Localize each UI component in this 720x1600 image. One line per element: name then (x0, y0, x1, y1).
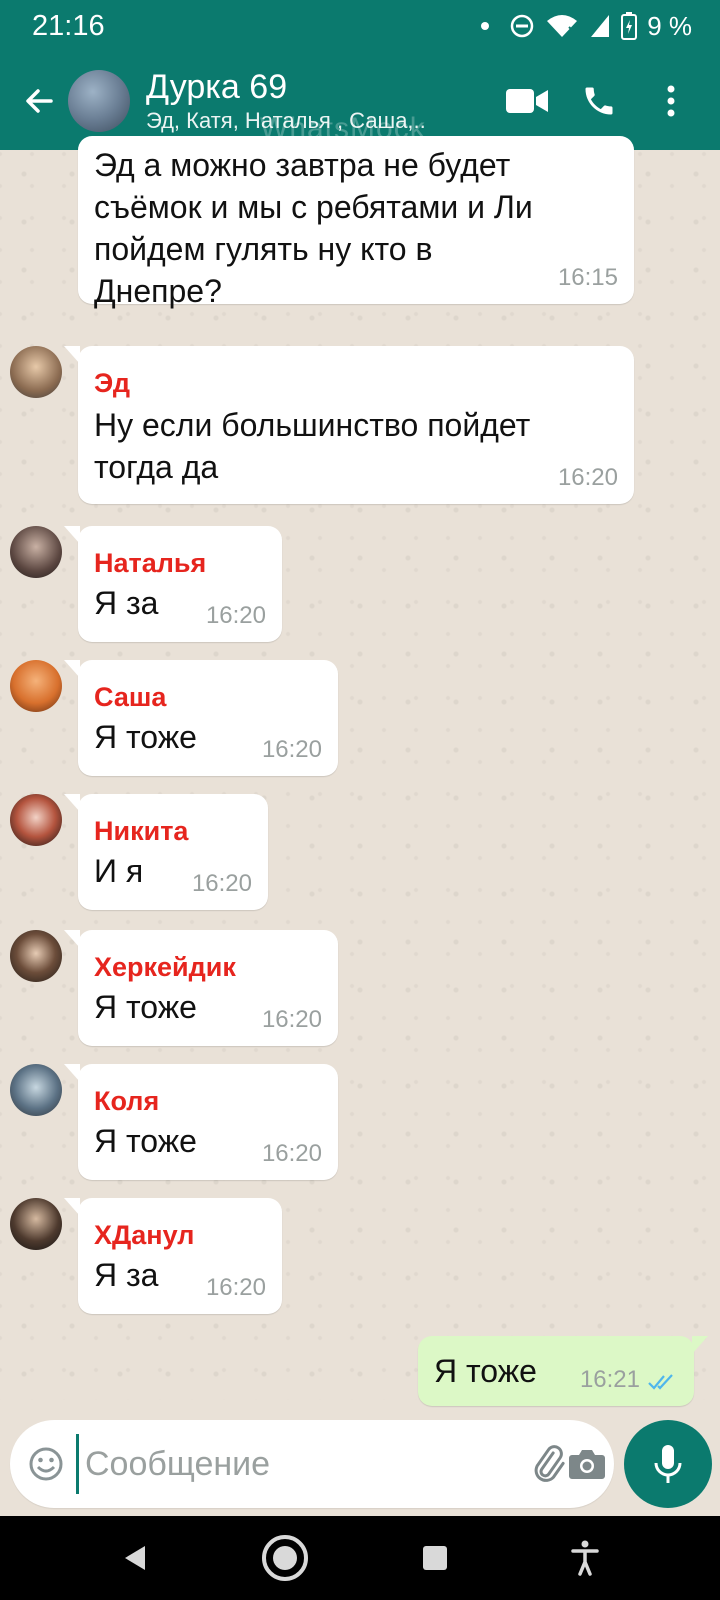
attach-button[interactable] (528, 1436, 568, 1492)
message-time: 16:20 (205, 602, 266, 629)
more-options-button[interactable] (644, 74, 698, 128)
microphone-icon (654, 1445, 682, 1483)
outgoing-message-bubble[interactable]: Я тоже 16:21 (418, 1336, 708, 1406)
message-input[interactable] (76, 1434, 528, 1494)
message-bubble[interactable]: Коля Я тоже 16:20 (64, 1064, 338, 1180)
message-text: Я тоже (434, 1353, 537, 1389)
message-time: 16:15 (557, 264, 618, 291)
avatar[interactable] (10, 526, 62, 578)
message-time: 16:20 (191, 870, 252, 897)
message-time: 16:20 (261, 736, 322, 763)
home-circle-icon (262, 1535, 308, 1581)
more-vertical-icon (667, 85, 675, 117)
group-avatar[interactable] (68, 70, 130, 132)
message-text: Я за (94, 585, 159, 621)
message-bubble[interactable]: Эд Ну если большинство пойдет тогда да 1… (64, 346, 634, 504)
nav-back-button[interactable] (105, 1528, 165, 1588)
sender-name[interactable]: Коля (94, 1086, 159, 1117)
message-time: 16:20 (557, 464, 618, 491)
message-text: Ну если большинство пойдет тогда да (94, 407, 531, 485)
message-composer (10, 1420, 614, 1508)
chat-title: Дурка 69 (146, 68, 288, 106)
message-bubble[interactable]: ХДанул Я за 16:20 (64, 1198, 282, 1314)
message-time: 16:21 (579, 1366, 640, 1393)
video-camera-icon (506, 89, 548, 113)
voice-record-button[interactable] (624, 1420, 712, 1508)
triangle-back-icon (125, 1546, 145, 1570)
avatar[interactable] (10, 794, 62, 846)
emoji-button[interactable] (28, 1437, 64, 1491)
message-text: Я тоже (94, 719, 197, 755)
avatar[interactable] (10, 1064, 62, 1116)
camera-icon (569, 1450, 605, 1479)
avatar[interactable] (10, 930, 62, 982)
message-list[interactable]: Эд а можно завтра не будет съёмок и мы с… (0, 136, 720, 1406)
accessibility-button[interactable] (555, 1528, 615, 1588)
message-bubble[interactable]: Херкейдик Я тоже 16:20 (64, 930, 338, 1046)
sender-name[interactable]: Херкейдик (94, 952, 236, 983)
sender-name[interactable]: Эд (94, 368, 130, 399)
notification-dot-icon (481, 22, 490, 30)
nav-recents-button[interactable] (405, 1528, 465, 1588)
message-text: Я тоже (94, 1123, 197, 1159)
message-text: Я тоже (94, 989, 197, 1025)
system-navigation-bar (0, 1516, 720, 1600)
message-time: 16:20 (261, 1140, 322, 1167)
paperclip-icon (534, 1445, 565, 1482)
message-bubble[interactable]: Эд а можно завтра не будет съёмок и мы с… (78, 136, 634, 309)
message-bubble[interactable]: Наталья Я за 16:20 (64, 526, 282, 642)
wifi-icon (547, 15, 578, 37)
dnd-icon (510, 14, 534, 38)
avatar[interactable] (10, 346, 62, 398)
message-time: 16:20 (261, 1006, 322, 1033)
message-text: И я (94, 853, 144, 889)
message-text: Эд а можно завтра не будет съёмок и мы с… (94, 147, 533, 309)
sender-name[interactable]: Никита (94, 816, 188, 847)
back-button[interactable] (12, 71, 66, 131)
message-time: 16:20 (205, 1274, 266, 1301)
status-bar: 21:16 9 % (0, 0, 720, 52)
accessibility-icon (571, 1540, 599, 1576)
battery-level: 9 % (647, 10, 692, 41)
smiley-icon (29, 1447, 63, 1481)
voice-call-button[interactable] (572, 74, 626, 128)
nav-home-button[interactable] (255, 1528, 315, 1588)
message-bubble[interactable]: Никита И я 16:20 (64, 794, 268, 910)
message-bubble[interactable]: Саша Я тоже 16:20 (64, 660, 338, 776)
message-text: Я за (94, 1257, 159, 1293)
double-check-read-icon (648, 1374, 673, 1390)
avatar[interactable] (10, 1198, 62, 1250)
sender-name[interactable]: Саша (94, 682, 166, 713)
signal-icon (591, 15, 610, 37)
avatar[interactable] (10, 660, 62, 712)
camera-button[interactable] (568, 1436, 606, 1492)
sender-name[interactable]: Наталья (94, 548, 206, 579)
back-arrow-icon (26, 89, 53, 113)
video-call-button[interactable] (500, 74, 554, 128)
phone-icon (585, 87, 613, 115)
battery-icon (621, 12, 638, 40)
sender-name[interactable]: ХДанул (94, 1220, 194, 1251)
recents-square-icon (423, 1546, 447, 1570)
status-time: 21:16 (32, 9, 105, 42)
